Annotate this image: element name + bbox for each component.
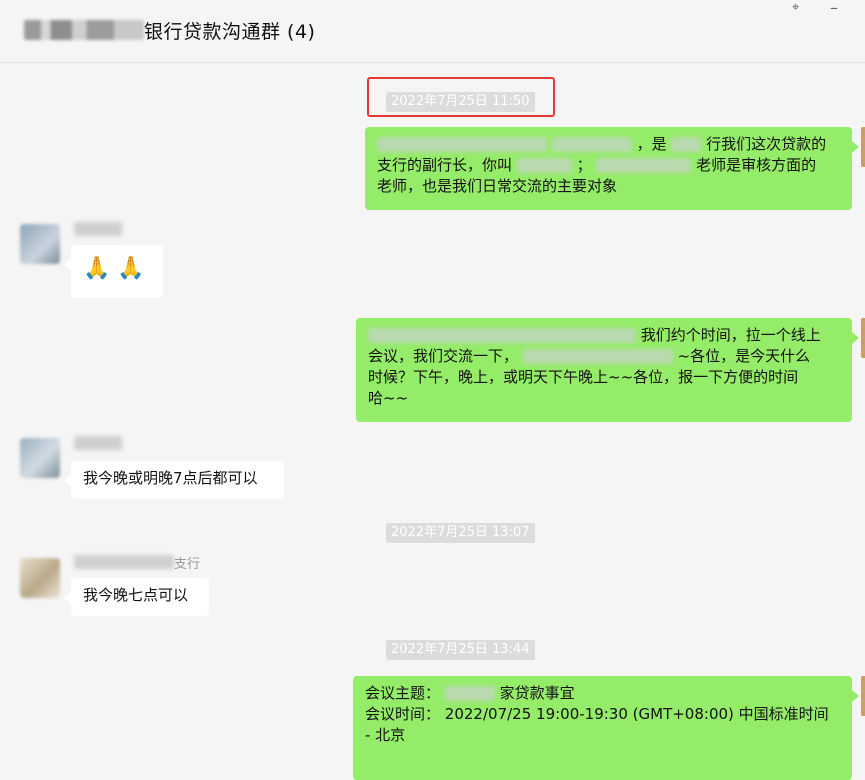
message-text: 支行的副行长，你叫 (377, 156, 513, 174)
message-text: 会议时间： (365, 705, 441, 723)
message-line: - 北京 (365, 726, 406, 744)
redacted-text (551, 137, 632, 152)
message-text: ~各位，是今天什么 (677, 347, 811, 365)
message-line: 时候？下午，晚上，或明天下午晚上~~各位，报一下方便的时间 (368, 368, 799, 386)
message-bubble-self[interactable]: 我们约个时间，拉一个线上 会议，我们交流一下， ~各位，是今天什么 时候？下午，… (356, 318, 859, 422)
message-bubble-self[interactable]: 会议主题： 家贷款事宜 会议时间： 2022/07/25 19:00-19:30… (353, 676, 859, 780)
pin-icon[interactable]: ⌖ (792, 0, 799, 15)
message-text: 会议主题： (365, 684, 441, 702)
message-line: 我们约个时间，拉一个线上 (368, 325, 840, 346)
avatar[interactable] (861, 676, 865, 716)
avatar[interactable] (861, 318, 865, 358)
message-bubble-other[interactable]: 🙏 🙏 (64, 245, 163, 298)
redacted-text (596, 158, 692, 173)
timestamp: 2022年7月25日 13:07 (386, 523, 535, 543)
message-bubble-self[interactable]: ，是 行我们这次贷款的 支行的副行长，你叫 ； 老师是审核方面的 老师，也是我们… (365, 127, 859, 210)
avatar[interactable] (20, 558, 60, 598)
message-text: 我今晚七点可以 (83, 586, 189, 604)
avatar[interactable] (861, 127, 865, 167)
message-text: 我们约个时间，拉一个线上 (640, 326, 821, 344)
message-text: 老师是审核方面的 (696, 156, 817, 174)
sender-name: 支行 (174, 557, 201, 572)
redacted-text (671, 137, 702, 152)
redacted-text (377, 137, 547, 152)
message-line: 会议主题： 家贷款事宜 (365, 683, 840, 704)
emoji-text: 🙏 🙏 (83, 256, 145, 281)
avatar[interactable] (20, 438, 60, 478)
sender-name-redacted (74, 222, 122, 236)
message-line: 会议时间： 2022/07/25 19:00-19:30 (GMT+08:00)… (365, 704, 840, 725)
minimize-icon[interactable]: – (830, 0, 838, 17)
sender-name-redacted (74, 436, 122, 450)
sender-name-redacted (74, 555, 174, 569)
message-text: ，是 (636, 135, 667, 153)
group-name-redacted (24, 20, 144, 40)
redacted-text (368, 328, 636, 343)
message-line: 老师，也是我们日常交流的主要对象 (377, 177, 618, 195)
timestamp: 2022年7月25日 11:50 (386, 92, 535, 112)
message-text: 行我们这次贷款的 (706, 135, 827, 153)
message-text: 我今晚或明晚7点后都可以 (83, 469, 258, 487)
redacted-text (516, 158, 572, 173)
message-bubble-other[interactable]: 我今晚或明晚7点后都可以 (64, 461, 284, 499)
avatar[interactable] (20, 224, 60, 264)
message-line: 哈~~ (368, 389, 409, 407)
message-text: ； (576, 156, 592, 174)
message-bubble-other[interactable]: 我今晚七点可以 (64, 578, 209, 616)
message-text: 2022/07/25 19:00-19:30 (GMT+08:00) 中国标准时… (444, 705, 829, 723)
redacted-text (444, 686, 495, 701)
message-text: 家贷款事宜 (499, 684, 575, 702)
timestamp: 2022年7月25日 13:44 (386, 640, 535, 660)
redacted-text (522, 349, 673, 364)
message-line: ，是 行我们这次贷款的 (377, 134, 840, 155)
message-text: 会议，我们交流一下， (368, 347, 519, 365)
message-line: 会议，我们交流一下， ~各位，是今天什么 (368, 346, 840, 367)
chat-header: 银行贷款沟通群 (4) ⌖ – (0, 0, 865, 63)
chat-title[interactable]: 银行贷款沟通群 (4) (144, 17, 315, 44)
message-line: 支行的副行长，你叫 ； 老师是审核方面的 (377, 155, 840, 176)
